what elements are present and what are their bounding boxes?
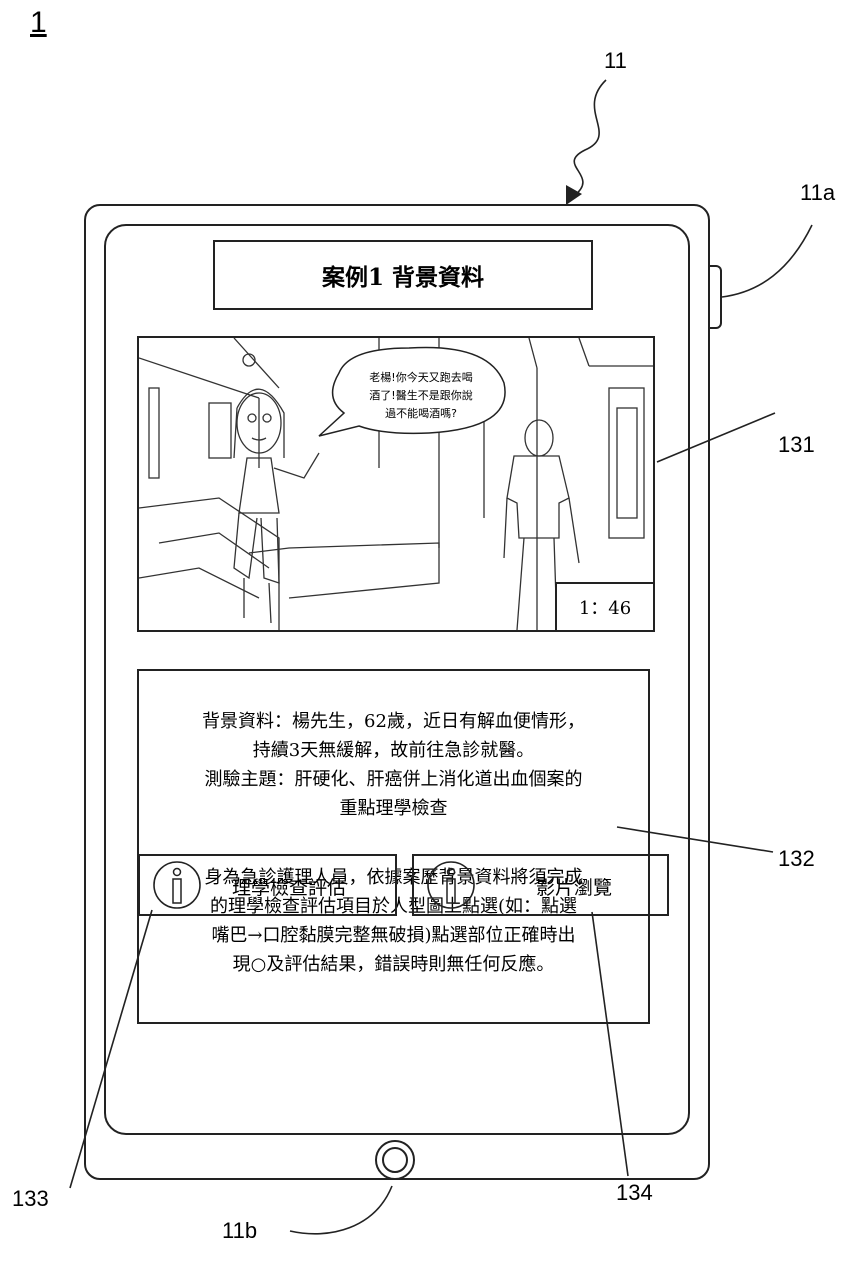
video-browse-button[interactable]: 影片瀏覽 (412, 854, 669, 916)
text-line: 持續3天無緩解，故前往急診就醫。 (252, 740, 535, 761)
ref-label-device: 11 (604, 48, 627, 73)
home-button[interactable] (375, 1140, 415, 1180)
title-box: 案例1 背景資料 (213, 240, 593, 310)
ref-label-home-button: 11b (222, 1218, 258, 1243)
video-browse-label: 影片瀏覽 (536, 877, 613, 899)
ref-label-text-area: 132 (778, 846, 815, 871)
page-title: 案例1 背景資料 (321, 264, 484, 291)
info-icon (427, 861, 475, 909)
physical-exam-button[interactable]: 理學檢查評估 (138, 854, 397, 916)
info-icon (153, 861, 201, 909)
physical-exam-label: 理學檢查評估 (232, 877, 347, 899)
video-player[interactable]: 老楊!你今天又跑去喝 酒了!醫生不是跟你說 過不能喝酒嗎? 1：46 (137, 336, 655, 632)
speech-line-1: 老楊!你今天又跑去喝 (369, 370, 472, 384)
text-line: 測驗主題：肝硬化、肝癌併上消化道出血個案的 (204, 769, 583, 790)
background-paragraph: 背景資料：楊先生，62歲，近日有解血便情形， 持續3天無緩解，故前往急診就醫。 … (139, 707, 648, 823)
leader-11a (721, 224, 813, 298)
ref-label-side-button: 11a (800, 180, 836, 205)
ref-label-right-button: 134 (616, 1180, 653, 1205)
text-line: 現○及評估結果，錯誤時則無任何反應。 (232, 954, 555, 975)
side-button[interactable] (709, 265, 722, 329)
ref-label-video-area: 131 (778, 432, 815, 457)
speech-line-2: 酒了!醫生不是跟你說 (369, 388, 472, 402)
leader-11-arrowhead (566, 185, 582, 205)
ref-label-left-button: 133 (12, 1186, 49, 1211)
leader-11 (573, 79, 607, 196)
speech-line-3: 過不能喝酒嗎? (385, 406, 457, 420)
leader-11b (289, 1185, 393, 1235)
text-line: 重點理學檢查 (339, 798, 448, 819)
description-box: 背景資料：楊先生，62歲，近日有解血便情形， 持續3天無緩解，故前往急診就醫。 … (137, 669, 650, 1024)
text-line: 嘴巴→口腔黏膜完整無破損)點選部位正確時出 (211, 925, 576, 946)
video-timestamp: 1：46 (555, 582, 653, 630)
text-line: 背景資料：楊先生，62歲，近日有解血便情形， (202, 711, 585, 732)
